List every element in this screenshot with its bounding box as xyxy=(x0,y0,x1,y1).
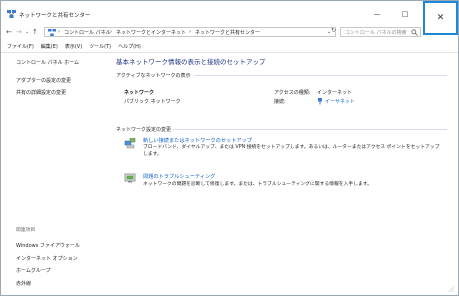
ethernet-icon xyxy=(318,98,322,105)
active-networks-header: アクティブなネットワークの表示 xyxy=(116,73,191,79)
ethernet-connection-link[interactable]: イーサネット xyxy=(325,98,355,105)
minimize-button[interactable]: — xyxy=(366,7,388,21)
breadcrumb-network-center[interactable]: ネットワークと共有センター xyxy=(195,29,260,36)
troubleshoot-icon xyxy=(124,173,136,183)
window: ネットワークと共有センター — □ ✕ ← → ⌄ ↑ › コントロール パネル… xyxy=(0,0,459,296)
network-name: ネットワーク xyxy=(124,90,155,96)
search-icon xyxy=(411,29,418,36)
breadcrumb-network-internet[interactable]: ネットワークとインターネット xyxy=(116,29,186,36)
breadcrumb-control-panel[interactable]: コントロール パネル xyxy=(64,29,111,36)
menu-divider xyxy=(1,52,458,53)
network-type: パブリック ネットワーク xyxy=(124,99,181,105)
section-divider xyxy=(173,129,447,130)
forward-arrow-icon[interactable]: → xyxy=(16,28,22,36)
connections-label: 接続: xyxy=(274,99,286,105)
back-arrow-icon[interactable]: ← xyxy=(6,28,12,36)
minimize-icon: — xyxy=(373,10,381,18)
section-divider xyxy=(194,75,447,76)
setup-new-connection-link[interactable]: 新しい接続またはネットワークのセットアップ xyxy=(143,137,252,144)
access-type-value: インターネット xyxy=(317,90,353,96)
change-settings-header: ネットワーク設定の変更 xyxy=(116,127,172,133)
sidebar-item-infrared[interactable]: 赤外線 xyxy=(16,280,31,287)
title-bar: ネットワークと共有センター — □ ✕ xyxy=(1,1,458,35)
search-field[interactable]: コントロール パネルの検索 xyxy=(340,27,421,37)
menu-bar: ファイル(F) 編集(E) 表示(V) ツール(T) ヘルプ(H) xyxy=(7,43,141,51)
setup-new-connection-desc: ブロードバンド、ダイヤルアップ、または VPN 接続をセットアップします。あるい… xyxy=(143,145,440,157)
maximize-icon: □ xyxy=(401,10,409,18)
breadcrumb-separator: › xyxy=(110,29,112,35)
resize-grip-icon[interactable] xyxy=(448,286,454,292)
close-button[interactable]: ✕ xyxy=(423,1,458,35)
sidebar-home-link[interactable]: コントロール パネル ホーム xyxy=(16,59,79,66)
network-center-icon xyxy=(7,10,16,18)
close-icon: ✕ xyxy=(436,13,445,23)
breadcrumb-separator: › xyxy=(189,29,191,35)
breadcrumb-separator: › xyxy=(58,29,60,35)
menu-file[interactable]: ファイル(F) xyxy=(7,43,34,51)
refresh-icon[interactable]: ↻ xyxy=(331,27,336,34)
page-title: 基本ネットワーク情報の表示と接続のセットアップ xyxy=(116,58,266,66)
address-field[interactable]: › コントロール パネル › ネットワークとインターネット › ネットワークと共… xyxy=(44,27,336,37)
sidebar-item-internet-options[interactable]: インターネット オプション xyxy=(16,255,78,262)
sidebar-item-firewall[interactable]: Windows ファイアウォール xyxy=(16,242,80,249)
control-panel-icon xyxy=(48,29,56,36)
menu-edit[interactable]: 編集(E) xyxy=(41,43,58,51)
sidebar-item-adapter-settings[interactable]: アダプターの設定の変更 xyxy=(16,77,71,84)
maximize-button[interactable]: □ xyxy=(394,7,416,21)
recent-dropdown-icon[interactable]: ⌄ xyxy=(25,29,29,35)
sidebar-item-sharing-settings[interactable]: 共有の詳細設定の変更 xyxy=(16,89,66,96)
menu-help[interactable]: ヘルプ(H) xyxy=(118,43,141,51)
troubleshoot-desc: ネットワークの問題を診断して修復します。または、トラブルシューティングに関する情… xyxy=(143,182,372,187)
search-placeholder: コントロール パネルの検索 xyxy=(345,30,407,36)
up-arrow-icon[interactable]: ↑ xyxy=(32,28,38,36)
access-type-label: アクセスの種類: xyxy=(274,90,311,96)
sidebar-item-homegroup[interactable]: ホームグループ xyxy=(16,267,51,274)
menu-tools[interactable]: ツール(T) xyxy=(89,43,111,51)
window-title: ネットワークと共有センター xyxy=(19,13,91,19)
menu-view[interactable]: 表示(V) xyxy=(65,43,82,51)
troubleshoot-link[interactable]: 問題のトラブルシューティング xyxy=(143,173,215,180)
new-connection-icon xyxy=(124,138,136,149)
see-also-header: 関連項目 xyxy=(16,228,36,233)
